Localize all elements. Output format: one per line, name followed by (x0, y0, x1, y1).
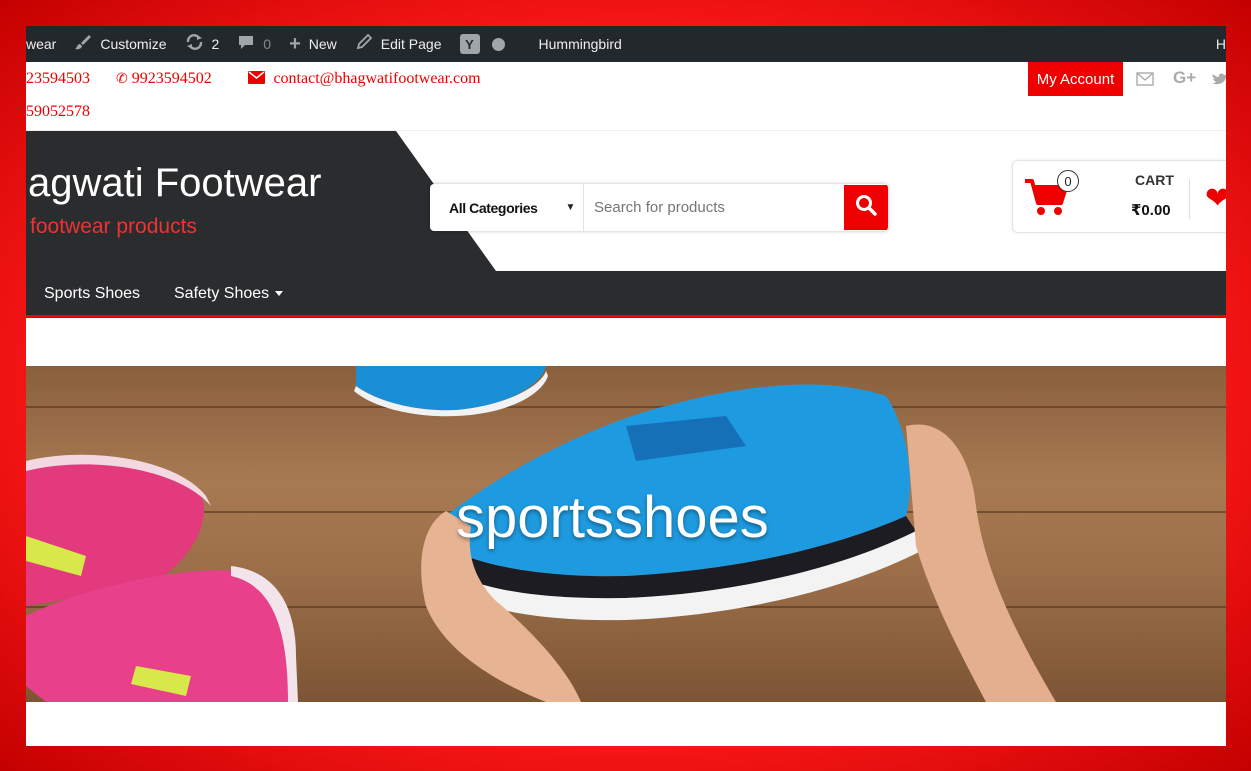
cart-label: CART (1135, 172, 1174, 188)
dropdown-arrow-icon: ▼ (565, 202, 576, 213)
cart-count-badge: 0 (1057, 170, 1079, 192)
admin-bar-site-label: wear (26, 36, 57, 52)
edit-page-link[interactable]: Edit Page (355, 33, 442, 56)
paintbrush-icon (74, 33, 92, 56)
admin-bar-account-label: H (1215, 36, 1226, 52)
site-header: agwati Footwear footwear products All Ca… (26, 131, 1226, 271)
phone-1-text: 23594503 (26, 70, 90, 87)
main-navigation: Sports Shoes Safety Shoes (26, 271, 1226, 318)
refresh-icon (185, 33, 204, 56)
seo-menu[interactable]: Y (459, 34, 505, 54)
comments-count: 0 (263, 36, 272, 52)
nav-item-label: Safety Shoes (174, 285, 270, 302)
cart-total: ₹0.00 (1131, 202, 1171, 219)
updates-link[interactable]: 2 (185, 33, 220, 56)
product-search-form: All Categories ▼ (430, 184, 888, 231)
hummingbird-label: Hummingbird (538, 36, 622, 52)
phone-1[interactable]: 23594503 (26, 70, 90, 88)
edit-page-label: Edit Page (380, 36, 442, 52)
comment-icon (237, 33, 255, 56)
yoast-icon: Y (459, 34, 480, 54)
mini-cart[interactable]: 0 CART ₹0.00 ❤ (1012, 160, 1226, 233)
pencil-icon (355, 33, 373, 56)
nav-item-label: Sports Shoes (44, 285, 141, 302)
site-title[interactable]: agwati Footwear (28, 161, 321, 206)
nav-item-safety-shoes[interactable]: Safety Shoes (174, 285, 284, 303)
google-plus-icon[interactable]: G+ (1173, 68, 1196, 88)
cart-divider (1189, 179, 1190, 219)
search-icon (855, 194, 877, 221)
nav-item-sports-shoes[interactable]: Sports Shoes (44, 285, 140, 303)
new-label: New (308, 36, 337, 52)
site-tagline: footwear products (30, 215, 197, 238)
hero-title: sportsshoes (456, 485, 769, 550)
mail-social-icon[interactable] (1136, 68, 1154, 91)
plus-icon: + (289, 32, 301, 55)
twitter-icon[interactable] (1212, 68, 1226, 91)
seo-status-dot-icon (491, 37, 505, 51)
admin-bar-account[interactable]: H (1216, 26, 1226, 62)
admin-bar-site-link[interactable]: wear (26, 36, 56, 52)
search-button[interactable] (844, 185, 888, 230)
admin-bar: wear Customize 2 0 + New Edit Page Y Hum… (26, 26, 1226, 62)
phone-3-text: 59052578 (26, 103, 90, 120)
caret-down-icon (275, 291, 284, 297)
updates-count: 2 (211, 36, 220, 52)
new-content-link[interactable]: + New (289, 33, 337, 56)
browser-viewport: wear Customize 2 0 + New Edit Page Y Hum… (26, 26, 1226, 746)
hummingbird-link[interactable]: Hummingbird (539, 36, 622, 52)
hero-banner: sportsshoes (26, 366, 1226, 702)
envelope-icon (248, 71, 269, 87)
category-select-value: All Categories (449, 199, 538, 216)
phone-2-text: 9923594502 (131, 70, 212, 87)
comments-link[interactable]: 0 (237, 33, 271, 56)
my-account-button[interactable]: My Account (1028, 62, 1123, 96)
phone-2[interactable]: ✆ 9923594502 (116, 70, 212, 88)
wishlist-heart-icon[interactable]: ❤ (1205, 181, 1226, 216)
email-link[interactable]: contact@bhagwatifootwear.com (248, 70, 481, 88)
customize-label: Customize (100, 36, 167, 52)
email-text: contact@bhagwatifootwear.com (273, 70, 481, 87)
contact-bar: 23594503 ✆ 9923594502 contact@bhagwatifoo… (26, 62, 1226, 131)
category-select[interactable]: All Categories ▼ (430, 184, 584, 231)
customize-link[interactable]: Customize (74, 33, 167, 56)
search-input[interactable] (584, 184, 844, 231)
my-account-label: My Account (1036, 70, 1115, 88)
phone-icon: ✆ (116, 71, 128, 87)
phone-3[interactable]: 59052578 (26, 103, 90, 121)
